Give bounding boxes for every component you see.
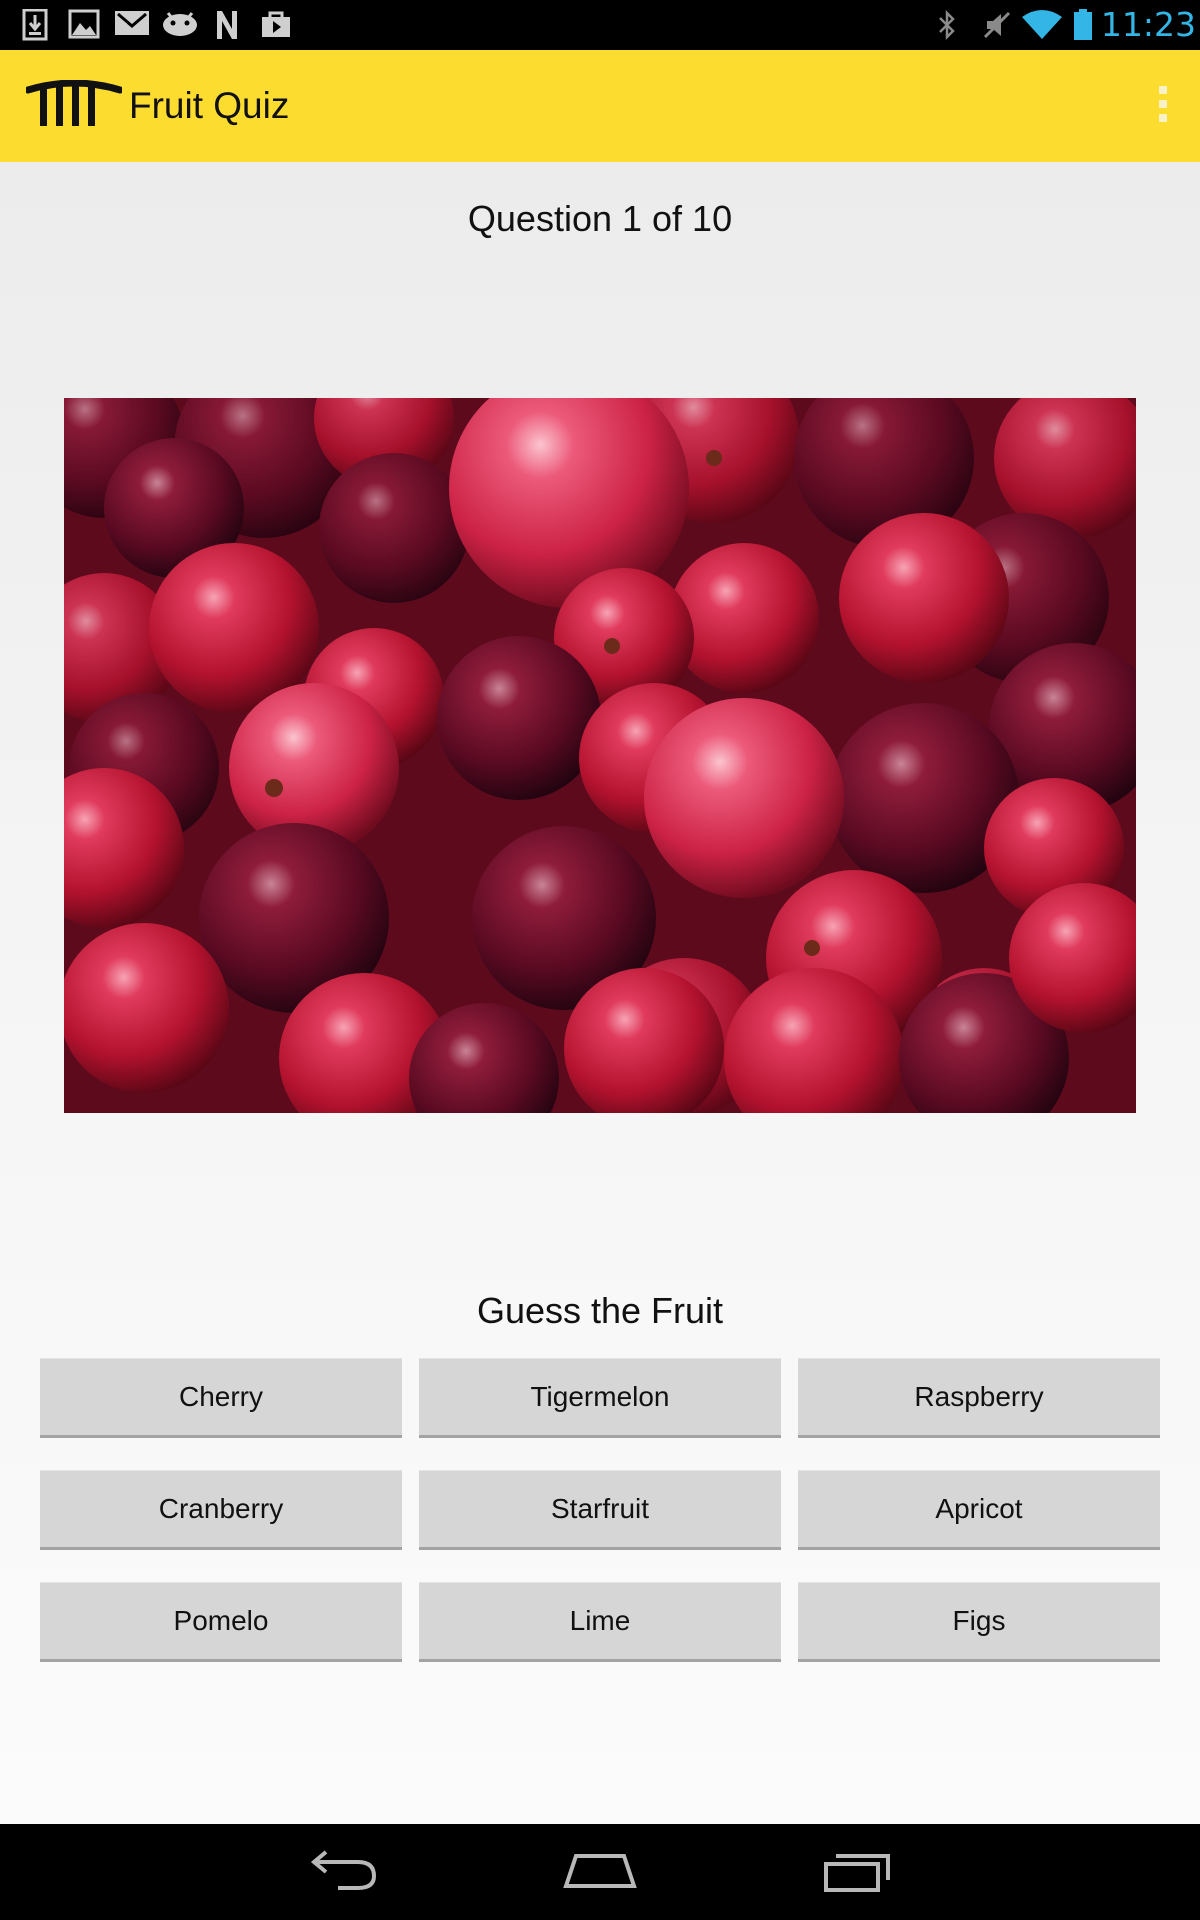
answer-button-cranberry[interactable]: Cranberry	[40, 1470, 402, 1550]
android-icon	[163, 12, 197, 36]
answer-button-cherry[interactable]: Cherry	[40, 1358, 402, 1438]
battery-icon	[1074, 9, 1092, 40]
bluetooth-icon	[939, 9, 955, 41]
status-bar: 11:23	[0, 0, 1200, 50]
download-icon	[22, 9, 48, 41]
gallery-icon	[68, 9, 100, 39]
n-app-icon	[217, 11, 237, 39]
answer-button-raspberry[interactable]: Raspberry	[798, 1358, 1160, 1438]
play-store-icon	[262, 11, 290, 37]
answer-button-lime[interactable]: Lime	[419, 1582, 781, 1662]
overflow-menu-icon[interactable]	[1156, 86, 1170, 128]
fruit-photo	[64, 398, 1136, 1113]
app-title: Fruit Quiz	[129, 85, 290, 126]
wifi-icon	[1022, 10, 1062, 39]
muted-icon	[983, 11, 1011, 39]
gmail-icon	[115, 11, 149, 35]
home-icon[interactable]	[562, 1846, 638, 1896]
question-counter: Question 1 of 10	[467, 198, 733, 239]
answer-button-starfruit[interactable]: Starfruit	[419, 1470, 781, 1550]
action-bar: Fruit Quiz	[0, 50, 1200, 162]
answer-button-pomelo[interactable]: Pomelo	[40, 1582, 402, 1662]
guess-label: Guess the Fruit	[476, 1290, 724, 1331]
comb-logo-icon[interactable]	[26, 80, 122, 128]
back-icon[interactable]	[308, 1846, 380, 1896]
answer-button-tigermelon[interactable]: Tigermelon	[419, 1358, 781, 1438]
status-clock: 11:23	[1100, 5, 1196, 44]
answer-button-figs[interactable]: Figs	[798, 1582, 1160, 1662]
answer-button-apricot[interactable]: Apricot	[798, 1470, 1160, 1550]
quiz-content: Question 1 of 10 Guess the Fruit Cherry …	[0, 162, 1200, 1824]
recents-icon[interactable]	[822, 1846, 894, 1896]
navigation-bar	[0, 1824, 1200, 1920]
